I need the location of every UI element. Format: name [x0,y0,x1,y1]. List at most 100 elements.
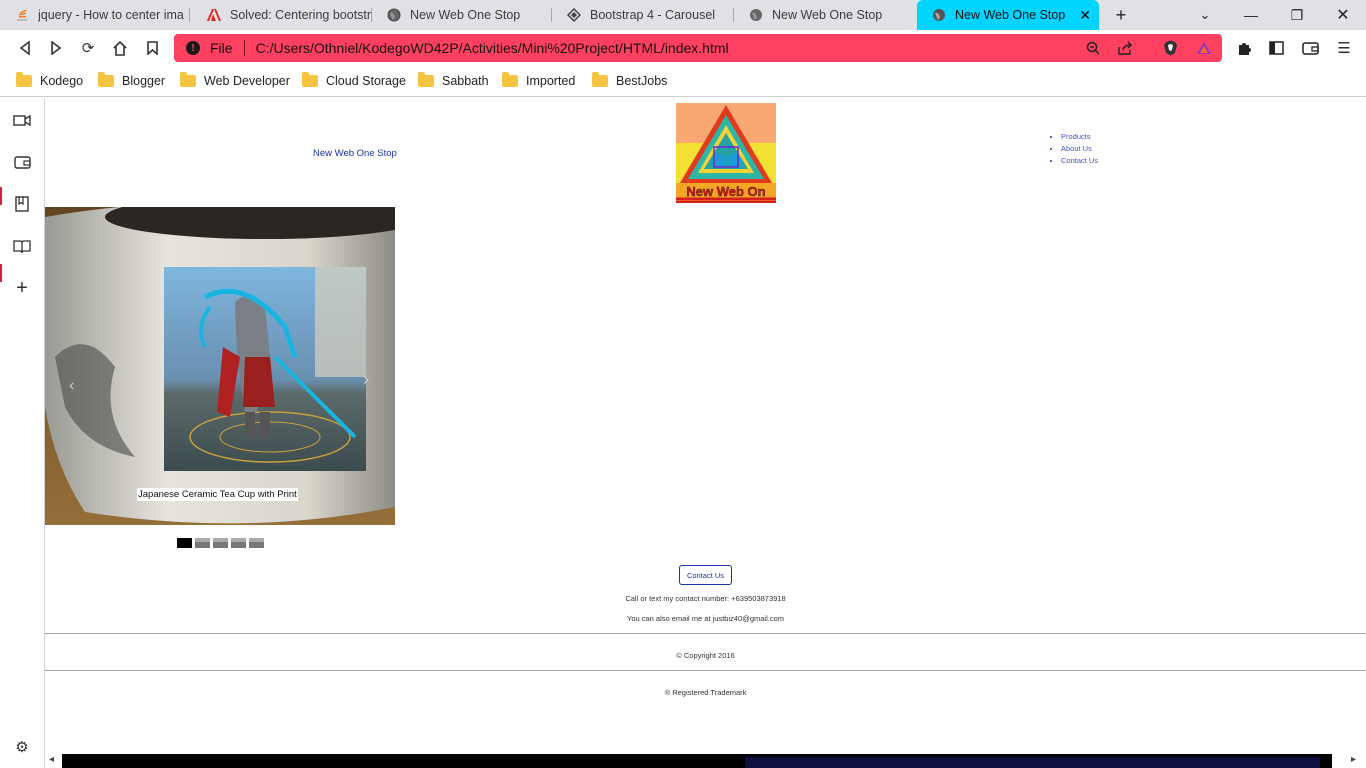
brave-shield-icon[interactable] [1156,34,1184,62]
zoom-out-icon[interactable] [1079,34,1107,62]
tab-1[interactable]: jquery - How to center ima [0,0,190,30]
copyright-text: © Copyright 2016 [676,651,735,660]
horizontal-scrollbar[interactable]: ◂ ▸ [45,752,1366,768]
trademark-text: ® Registered Trademark [664,688,747,697]
carousel-indicator-3[interactable] [213,538,228,548]
not-secure-warning-icon[interactable]: ! [186,41,200,55]
brave-rewards-icon[interactable] [1190,34,1218,62]
bookmark-folder[interactable]: Sabbath [418,71,489,91]
image-carousel[interactable]: ‹ › Japanese Ceramic Tea Cup with Print [45,207,395,525]
carousel-indicator-5[interactable] [249,538,264,548]
adobe-icon [206,7,222,23]
bookmark-folder[interactable]: Imported [502,71,575,91]
globe-icon [386,7,402,23]
carousel-next-icon[interactable]: › [363,369,369,390]
globe-icon [748,7,764,23]
carousel-indicators [177,538,264,548]
bookmarks-bar: Kodego Blogger Web Developer Cloud Stora… [0,66,1366,97]
new-tab-button[interactable]: + [1106,0,1136,30]
nav-link-about-us[interactable]: About Us [1061,144,1092,153]
browser-sidebar: + ⚙ [0,99,45,768]
site-logo[interactable]: New Web On [676,103,776,203]
nav-list: Products About Us Contact Us [1047,131,1098,167]
folder-icon [180,72,196,87]
web-page: New Web One Stop New Web On Products Abo… [45,99,1366,768]
divider [45,633,1366,634]
contact-us-button[interactable]: Contact Us [679,565,732,585]
diamond-icon [566,7,582,23]
url-text[interactable]: C:/Users/Othniel/KodegoWD42P/Activities/… [256,40,729,56]
tab-3[interactable]: New Web One Stop [372,0,552,30]
folder-icon [16,72,32,87]
sidebar-indicator [0,264,2,282]
folder-icon [592,72,608,87]
bookmark-icon[interactable] [137,30,167,66]
scroll-right-icon[interactable]: ▸ [1351,754,1356,765]
share-icon[interactable] [1111,34,1139,62]
folder-icon [418,72,434,87]
tab-title: jquery - How to center ima [38,8,184,22]
tab-4[interactable]: Bootstrap 4 - Carousel [552,0,734,30]
sidebar-toggle-icon[interactable] [1261,32,1291,64]
bookmark-folder[interactable]: Blogger [98,71,165,91]
wallet-icon[interactable] [1295,32,1325,64]
minimize-button[interactable]: — [1228,0,1274,30]
folder-icon [502,72,518,87]
url-divider [243,40,245,56]
carousel-slide-image [45,207,395,525]
folder-icon [302,72,318,87]
tab-5[interactable]: New Web One Stop [734,0,914,30]
add-icon[interactable]: + [7,273,37,303]
sidebar-indicator [0,187,2,205]
tab-strip: jquery - How to center ima Solved: Cente… [0,0,1366,30]
video-call-icon[interactable] [7,105,37,135]
brand-link[interactable]: New Web One Stop [313,148,397,159]
reading-list-icon[interactable] [7,231,37,261]
tab-title: New Web One Stop [955,8,1066,22]
carousel-caption: Japanese Ceramic Tea Cup with Print [137,488,298,501]
wallet-icon[interactable] [7,147,37,177]
tab-title: New Web One Stop [772,8,883,22]
nav-item: About Us [1061,143,1098,155]
bookmark-folder[interactable]: Cloud Storage [302,71,406,91]
divider [45,670,1366,671]
forward-button[interactable] [41,30,71,66]
restore-button[interactable]: ❐ [1274,0,1320,30]
settings-gear-icon[interactable]: ⚙ [7,732,37,762]
carousel-indicator-2[interactable] [195,538,210,548]
tab-2[interactable]: Solved: Centering bootstrap [192,0,372,30]
scroll-left-icon[interactable]: ◂ [49,754,54,765]
tab-title: Bootstrap 4 - Carousel [590,8,716,22]
nav-item: Products [1061,131,1098,143]
close-tab-icon[interactable]: ✕ [1079,7,1091,24]
nav-link-products[interactable]: Products [1061,132,1091,141]
phone-text: Call or text my contact number: +6395038… [625,594,786,603]
url-scheme: File [210,40,233,56]
tab-6-active[interactable]: New Web One Stop ✕ [917,0,1099,30]
email-text: You can also email me at justbiz40@gmail… [627,614,784,623]
tab-title: Solved: Centering bootstrap [230,8,372,22]
nav-link-contact-us[interactable]: Contact Us [1061,156,1098,165]
home-button[interactable] [105,30,135,66]
close-window-button[interactable]: ✕ [1320,0,1366,30]
globe-icon [931,7,947,23]
bookmark-folder[interactable]: Kodego [16,71,83,91]
bookmark-folder[interactable]: Web Developer [180,71,290,91]
stackoverflow-icon [14,7,30,23]
address-bar[interactable]: ! File C:/Users/Othniel/KodegoWD42P/Acti… [174,34,1222,62]
bookmark-folder[interactable]: BestJobs [592,71,667,91]
reload-button[interactable]: ⟳ [73,30,103,66]
tab-search-chevron-icon[interactable]: ⌄ [1190,0,1220,30]
carousel-indicator-4[interactable] [231,538,246,548]
nav-item: Contact Us [1061,155,1098,167]
back-button[interactable] [10,30,40,66]
scrollbar-thumb[interactable] [745,757,1320,768]
bookmarks-book-icon[interactable] [7,189,37,219]
folder-icon [98,72,114,87]
carousel-indicator-1[interactable] [177,538,192,548]
menu-icon[interactable]: ☰ [1329,32,1359,64]
carousel-prev-icon[interactable]: ‹ [69,377,74,395]
logo-text: New Web On [686,184,765,199]
extensions-puzzle-icon[interactable] [1229,32,1259,64]
tab-title: New Web One Stop [410,8,521,22]
